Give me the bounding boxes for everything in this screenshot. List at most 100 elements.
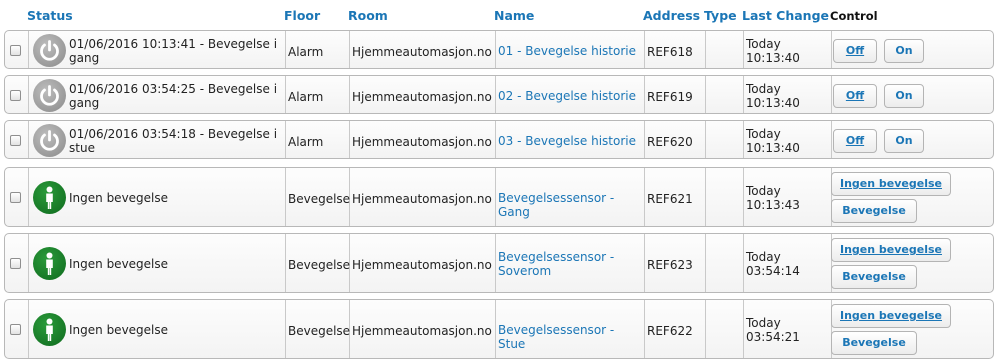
column-divider [644,31,645,68]
column-header-last-change[interactable]: Last Change [742,8,829,23]
no-motion-button[interactable]: Ingen bevegelse [831,304,951,328]
motion-button[interactable]: Bevegelse [831,331,917,355]
off-button[interactable]: Off [833,38,877,63]
on-button[interactable]: On [884,128,924,153]
column-divider [28,234,29,292]
last-change-day: Today [746,81,781,96]
person-icon[interactable] [33,313,66,346]
last-change-time: 10:13:40 [746,50,800,65]
person-icon[interactable] [33,247,66,280]
room-cell: Hjemmeautomasjon.no [352,192,492,206]
column-divider [495,168,496,226]
column-divider [495,300,496,358]
column-divider [644,300,645,358]
device-row: Ingen bevegelse Bevegelse Hjemmeautomasjon… [4,299,994,359]
column-divider [831,76,832,113]
column-header-name[interactable]: Name [494,8,534,23]
status-text: Ingen bevegelse [69,323,169,337]
column-divider [285,300,286,358]
device-name-link[interactable]: 01 - Bevegelse historie [498,44,644,58]
device-name-link[interactable]: Bevegelsessensor - Gang [498,191,644,219]
column-divider [831,31,832,68]
device-name-link[interactable]: 02 - Bevegelse historie [498,89,644,103]
device-row: Ingen bevegelse Bevegelse Hjemmeautomasjon… [4,233,994,293]
floor-cell: Alarm [288,134,324,149]
column-divider [285,234,286,292]
device-row: 01/06/2016 03:54:18 - Bevegelse i stue Al… [4,120,994,159]
last-change-time: 03:54:21 [746,330,800,344]
column-header-status[interactable]: Status [27,8,73,23]
column-divider [28,76,29,113]
column-divider [743,31,744,68]
last-change-time: 10:13:40 [746,95,800,110]
off-button[interactable]: Off [833,83,877,108]
column-divider [285,121,286,158]
row-checkbox[interactable] [10,134,21,146]
last-change-day: Today [746,126,781,141]
column-divider [644,121,645,158]
column-divider [705,300,706,358]
person-icon[interactable] [33,181,66,214]
no-motion-button[interactable]: Ingen bevegelse [831,172,951,196]
device-row: 01/06/2016 03:54:25 - Bevegelse i gang Al… [4,75,994,114]
column-divider [705,168,706,226]
column-divider [349,121,350,158]
device-name-link[interactable]: 03 - Bevegelse historie [498,134,644,148]
floor-cell: Bevegelse [288,324,351,338]
column-divider [705,31,706,68]
room-cell: Hjemmeautomasjon.no [352,324,492,338]
column-divider [349,31,350,68]
status-text: Ingen bevegelse [69,257,169,271]
floor-cell: Alarm [288,89,324,104]
column-divider [743,300,744,358]
address-cell: REF623 [647,258,693,272]
address-cell: REF619 [647,89,693,104]
power-icon[interactable] [33,78,66,112]
column-divider [495,121,496,158]
address-cell: REF621 [647,192,693,206]
row-checkbox[interactable] [10,89,21,101]
room-cell: Hjemmeautomasjon.no [352,44,492,59]
column-divider [285,31,286,68]
device-row: 01/06/2016 10:13:41 - Bevegelse i gang Al… [4,30,994,69]
on-button[interactable]: On [884,38,924,63]
status-text: Ingen bevegelse [69,191,169,205]
motion-button[interactable]: Bevegelse [831,265,917,289]
status-text: 01/06/2016 03:54:18 - Bevegelse i stue [69,126,278,155]
device-name-link[interactable]: Bevegelsessensor - Soverom [498,250,644,278]
column-header-floor[interactable]: Floor [284,8,320,23]
column-header-type[interactable]: Type [704,8,737,23]
last-change-time: 10:13:43 [746,198,800,212]
motion-button[interactable]: Bevegelse [831,199,917,223]
off-button[interactable]: Off [833,128,877,153]
column-divider [705,121,706,158]
column-divider [28,168,29,226]
column-header-address[interactable]: Address [643,8,700,23]
room-cell: Hjemmeautomasjon.no [352,258,492,272]
column-divider [644,168,645,226]
on-button[interactable]: On [884,83,924,108]
column-header-room[interactable]: Room [348,8,388,23]
row-checkbox[interactable] [10,258,21,269]
column-divider [644,234,645,292]
last-change-day: Today [746,250,781,264]
column-divider [495,31,496,68]
no-motion-button[interactable]: Ingen bevegelse [831,238,951,262]
address-cell: REF620 [647,134,693,149]
power-icon[interactable] [33,123,66,157]
row-checkbox[interactable] [10,192,21,203]
column-header-control: Control [830,9,878,23]
column-divider [28,121,29,158]
last-change-day: Today [746,36,781,51]
address-cell: REF622 [647,324,693,338]
column-divider [28,31,29,68]
device-name-link[interactable]: Bevegelsessensor - Stue [498,323,644,351]
status-text: 01/06/2016 10:13:41 - Bevegelse i gang [69,36,278,65]
address-cell: REF618 [647,44,693,59]
column-divider [831,121,832,158]
power-icon[interactable] [33,33,66,67]
floor-cell: Bevegelse [288,192,351,206]
row-checkbox[interactable] [10,324,21,335]
row-checkbox[interactable] [10,44,21,56]
last-change-time: 03:54:14 [746,264,800,278]
